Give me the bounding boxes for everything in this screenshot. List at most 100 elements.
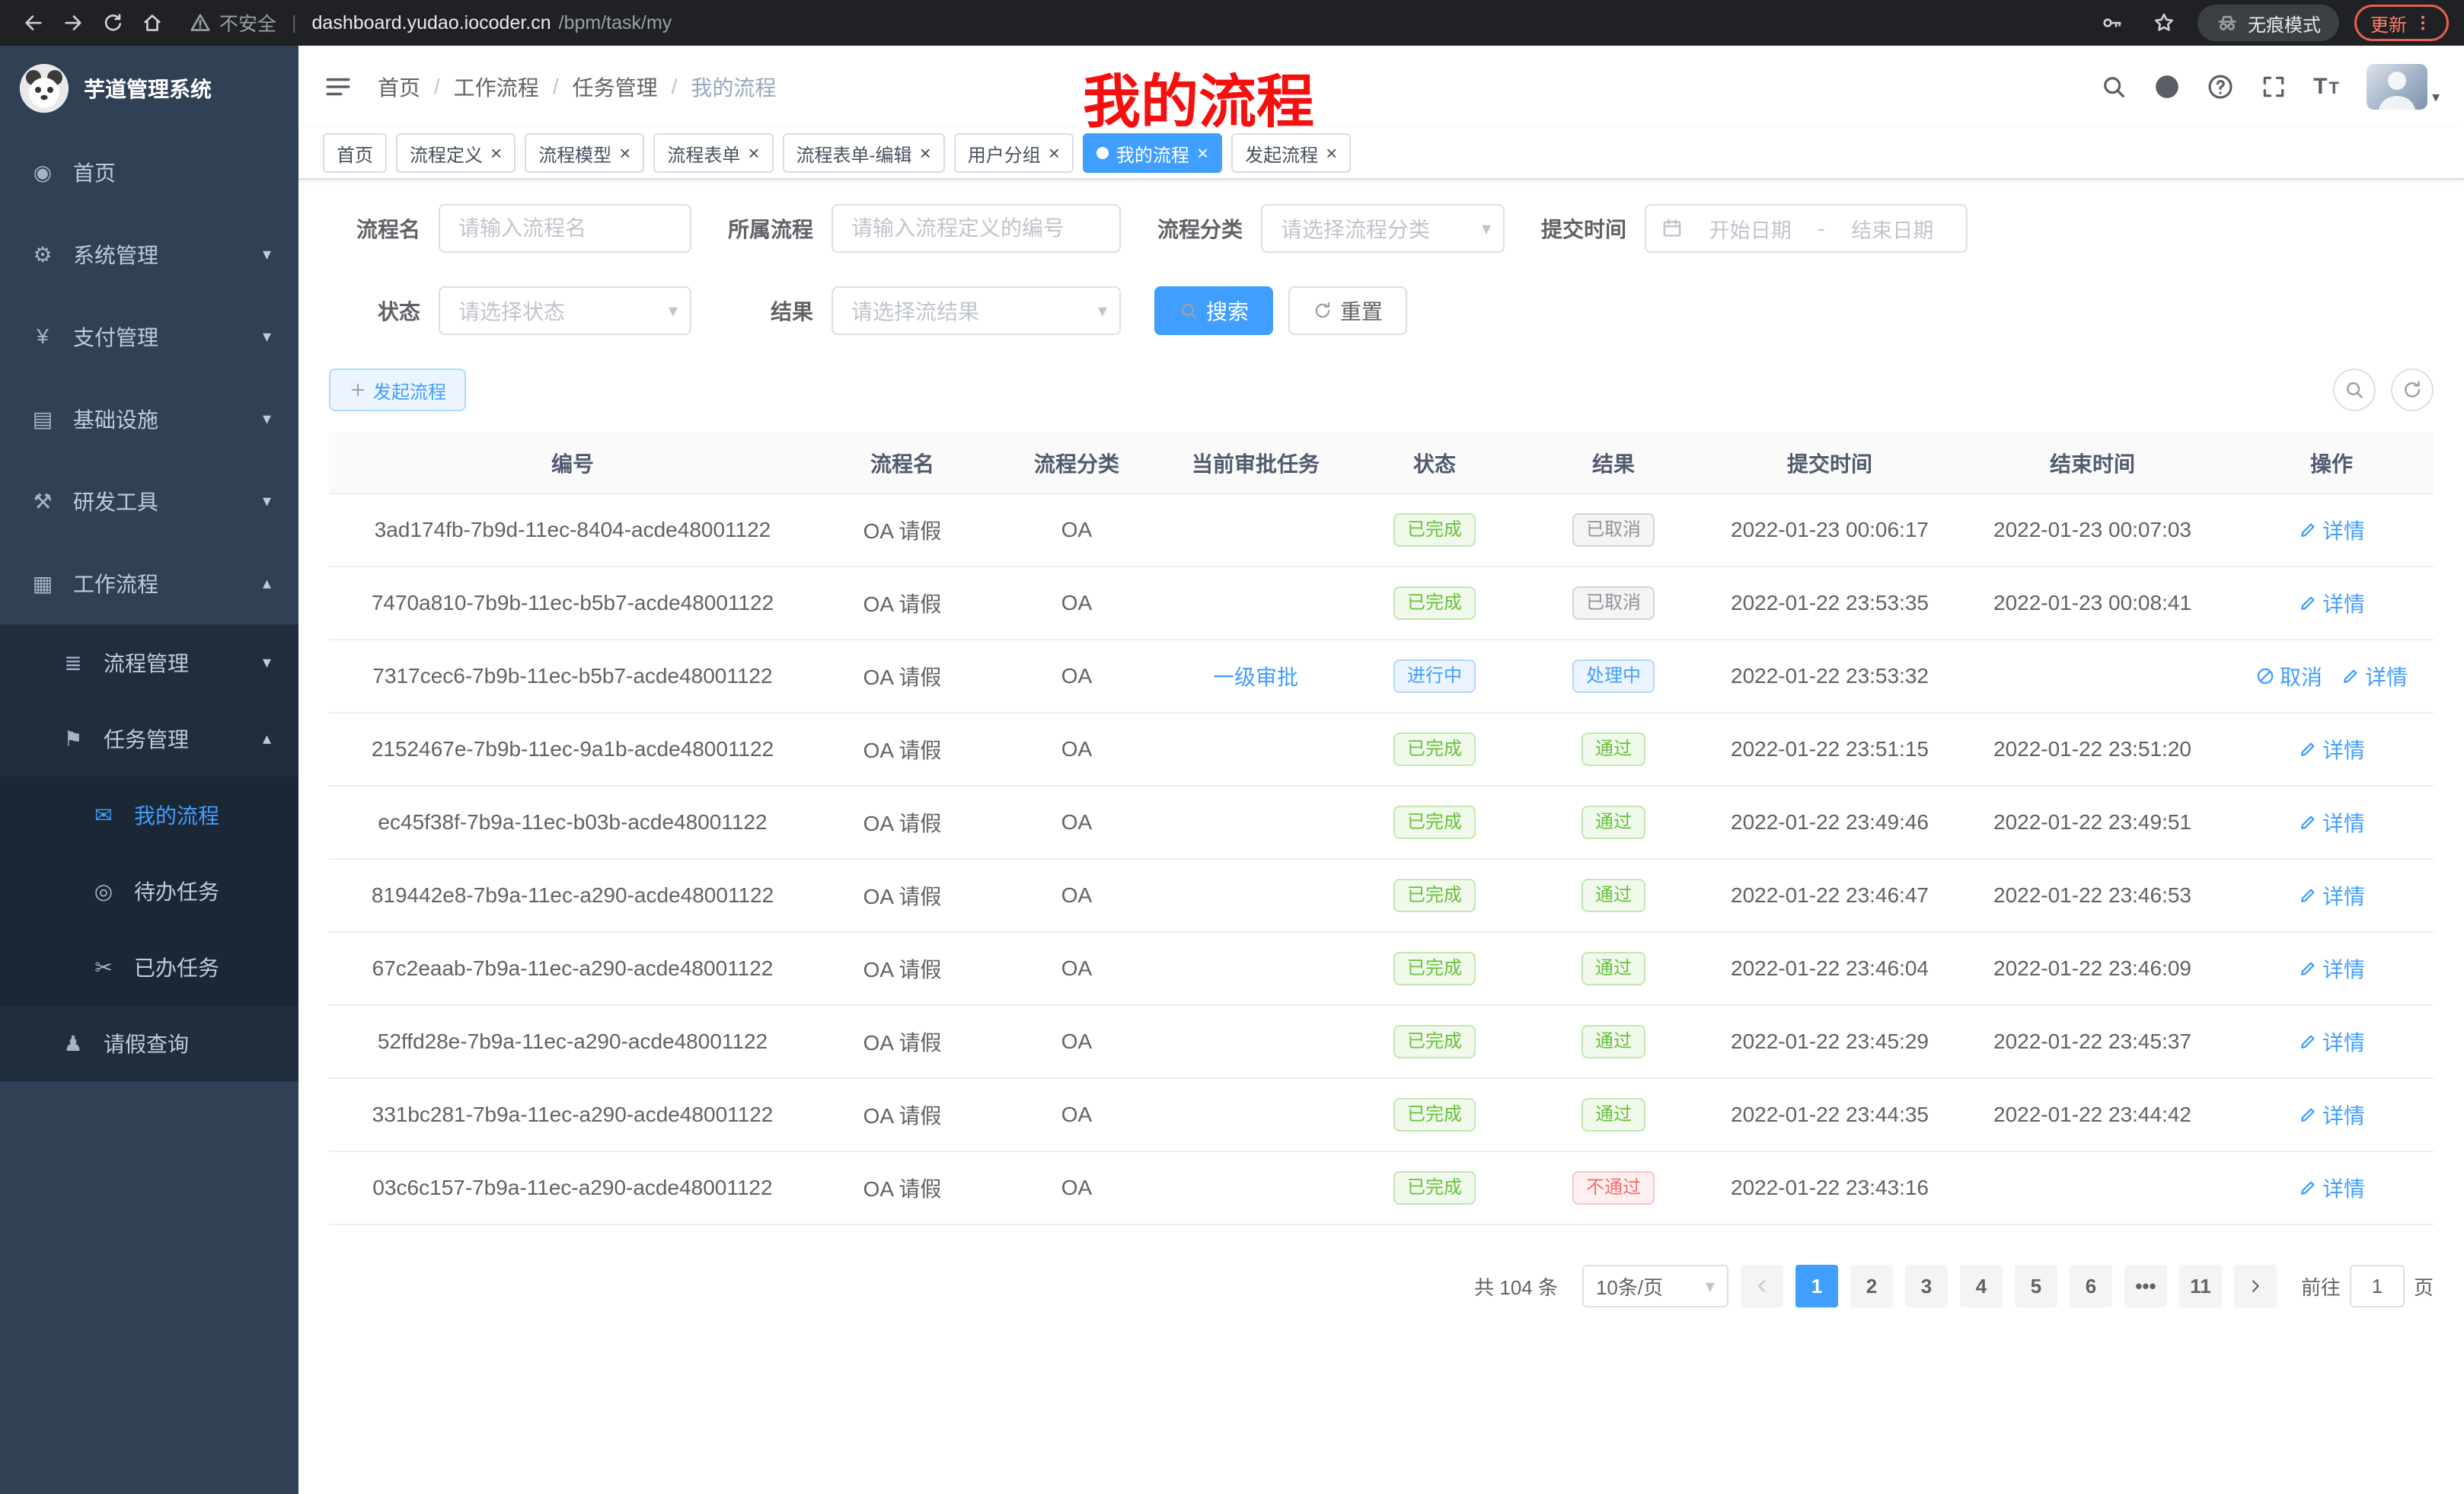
start-date-placeholder[interactable]: 开始日期: [1692, 214, 1809, 244]
sidebar-item-流程管理[interactable]: ≣流程管理▾: [0, 624, 298, 701]
page-button-1[interactable]: 1: [1795, 1265, 1838, 1307]
user-avatar[interactable]: [2367, 64, 2427, 110]
url-path[interactable]: /bpm/task/my: [559, 12, 672, 34]
sidebar-item-我的流程[interactable]: ✉我的流程: [0, 777, 298, 853]
owner-process-input[interactable]: [831, 204, 1121, 253]
date-range-picker[interactable]: 开始日期 - 结束日期: [1645, 204, 1968, 253]
forward-icon[interactable]: [55, 5, 91, 41]
tab-close-icon[interactable]: ×: [619, 143, 630, 163]
back-icon[interactable]: [15, 5, 52, 41]
sidebar-item-支付管理[interactable]: ¥支付管理▾: [0, 295, 298, 378]
reload-icon[interactable]: [94, 5, 131, 41]
page-button-•••[interactable]: •••: [2124, 1265, 2167, 1307]
sidebar-item-任务管理[interactable]: ⚑任务管理▴: [0, 701, 298, 777]
menu-dots-icon[interactable]: [2413, 13, 2433, 33]
security-label[interactable]: 不安全: [219, 9, 276, 37]
detail-link[interactable]: 详情: [2298, 1100, 2365, 1130]
tab-close-icon[interactable]: ×: [920, 143, 931, 163]
tab-close-icon[interactable]: ×: [490, 143, 502, 163]
github-icon[interactable]: [2153, 73, 2181, 101]
toggle-search-button[interactable]: [2333, 369, 2376, 411]
help-icon[interactable]: [2207, 73, 2234, 101]
sidebar-item-请假查询[interactable]: ♟请假查询: [0, 1005, 298, 1081]
detail-link[interactable]: 详情: [2298, 734, 2365, 765]
page-size-select[interactable]: 10条/页▾: [1582, 1265, 1728, 1307]
tab-流程模型[interactable]: 流程模型×: [525, 133, 644, 173]
breadcrumb-item[interactable]: 任务管理: [573, 72, 658, 102]
sidebar-item-已办任务[interactable]: ✂已办任务: [0, 929, 298, 1005]
breadcrumb-item[interactable]: 首页: [378, 72, 420, 102]
detail-link[interactable]: 详情: [2298, 1173, 2365, 1203]
detail-link[interactable]: 详情: [2298, 515, 2365, 545]
password-key-icon[interactable]: [2094, 5, 2130, 41]
detail-link[interactable]: 详情: [2298, 588, 2365, 618]
page-button-11[interactable]: 11: [2179, 1265, 2222, 1307]
sidebar-item-待办任务[interactable]: ◎待办任务: [0, 853, 298, 929]
font-size-icon[interactable]: TT: [2313, 74, 2341, 100]
address-bar[interactable]: 不安全 | dashboard.yudao.iocoder.cn/bpm/tas…: [174, 9, 2091, 37]
url-separator: |: [292, 12, 297, 34]
update-label[interactable]: 更新: [2370, 10, 2407, 37]
create-process-button[interactable]: 发起流程: [329, 369, 466, 411]
cell-status: 已完成: [1346, 493, 1523, 567]
sidebar-item-label: 我的流程: [134, 800, 219, 830]
tab-close-icon[interactable]: ×: [1326, 143, 1337, 163]
detail-link[interactable]: 详情: [2341, 661, 2408, 691]
tab-用户分组[interactable]: 用户分组×: [954, 133, 1074, 173]
status-select[interactable]: 请选择状态 ▾: [439, 286, 691, 335]
sidebar-item-首页[interactable]: ◉首页: [0, 131, 298, 213]
edit-icon: [2298, 593, 2318, 613]
next-page-button[interactable]: [2234, 1265, 2277, 1307]
page-button-5[interactable]: 5: [2015, 1265, 2057, 1307]
search-button[interactable]: 搜索: [1154, 286, 1273, 335]
update-chip[interactable]: 更新: [2354, 5, 2449, 41]
incognito-label: 无痕模式: [2248, 10, 2321, 37]
page-button-4[interactable]: 4: [1960, 1265, 2003, 1307]
category-select[interactable]: 请选择流程分类 ▾: [1261, 204, 1505, 253]
goto-page-input[interactable]: [2350, 1265, 2405, 1307]
page-button-2[interactable]: 2: [1850, 1265, 1893, 1307]
cell-category: OA: [988, 567, 1165, 640]
breadcrumb-item[interactable]: 工作流程: [454, 72, 539, 102]
tab-流程表单[interactable]: 流程表单×: [653, 133, 773, 173]
tab-发起流程[interactable]: 发起流程×: [1231, 133, 1351, 173]
tab-close-icon[interactable]: ×: [748, 143, 759, 163]
cancel-link[interactable]: 取消: [2255, 661, 2322, 691]
tab-close-icon[interactable]: ×: [1048, 143, 1060, 163]
logo-row[interactable]: 芋道管理系统: [0, 46, 298, 131]
sidebar-item-工作流程[interactable]: ▦工作流程▴: [0, 542, 298, 624]
fullscreen-icon[interactable]: [2260, 73, 2287, 101]
detail-link[interactable]: 详情: [2298, 807, 2365, 838]
cell-id: ec45f38f-7b9a-11ec-b03b-acde48001122: [329, 786, 816, 859]
detail-link[interactable]: 详情: [2298, 880, 2365, 911]
incognito-icon: [2216, 11, 2239, 34]
cell-status: 已完成: [1346, 1005, 1523, 1078]
reset-button[interactable]: 重置: [1288, 286, 1407, 335]
page-button-6[interactable]: 6: [2070, 1265, 2112, 1307]
breadcrumb-item[interactable]: 我的流程: [691, 72, 776, 102]
current-task-link[interactable]: 一级审批: [1213, 666, 1298, 689]
process-name-input[interactable]: [439, 204, 691, 253]
sidebar-item-研发工具[interactable]: ⚒研发工具▾: [0, 460, 298, 542]
result-select[interactable]: 请选择流结果 ▾: [831, 286, 1121, 335]
tab-close-icon[interactable]: ×: [1197, 143, 1208, 163]
user-menu[interactable]: ▾: [2367, 64, 2440, 110]
tab-我的流程[interactable]: 我的流程×: [1083, 133, 1222, 173]
tab-流程表单-编辑[interactable]: 流程表单-编辑×: [783, 133, 945, 173]
search-icon[interactable]: [2100, 73, 2127, 101]
sidebar-item-系统管理[interactable]: ⚙系统管理▾: [0, 213, 298, 295]
tab-流程定义[interactable]: 流程定义×: [396, 133, 515, 173]
url-host[interactable]: dashboard.yudao.iocoder.cn: [312, 12, 551, 34]
status-badge: 已完成: [1393, 586, 1476, 620]
sidebar-item-基础设施[interactable]: ▤基础设施▾: [0, 378, 298, 460]
bookmark-star-icon[interactable]: [2146, 5, 2182, 41]
detail-link[interactable]: 详情: [2298, 953, 2365, 984]
page-button-3[interactable]: 3: [1905, 1265, 1948, 1307]
end-date-placeholder[interactable]: 结束日期: [1834, 214, 1952, 244]
detail-link[interactable]: 详情: [2298, 1026, 2365, 1057]
prev-page-button[interactable]: [1741, 1265, 1783, 1307]
tab-首页[interactable]: 首页: [323, 133, 387, 173]
home-icon[interactable]: [134, 5, 171, 41]
hamburger-icon[interactable]: [323, 72, 353, 102]
refresh-table-button[interactable]: [2391, 369, 2434, 411]
